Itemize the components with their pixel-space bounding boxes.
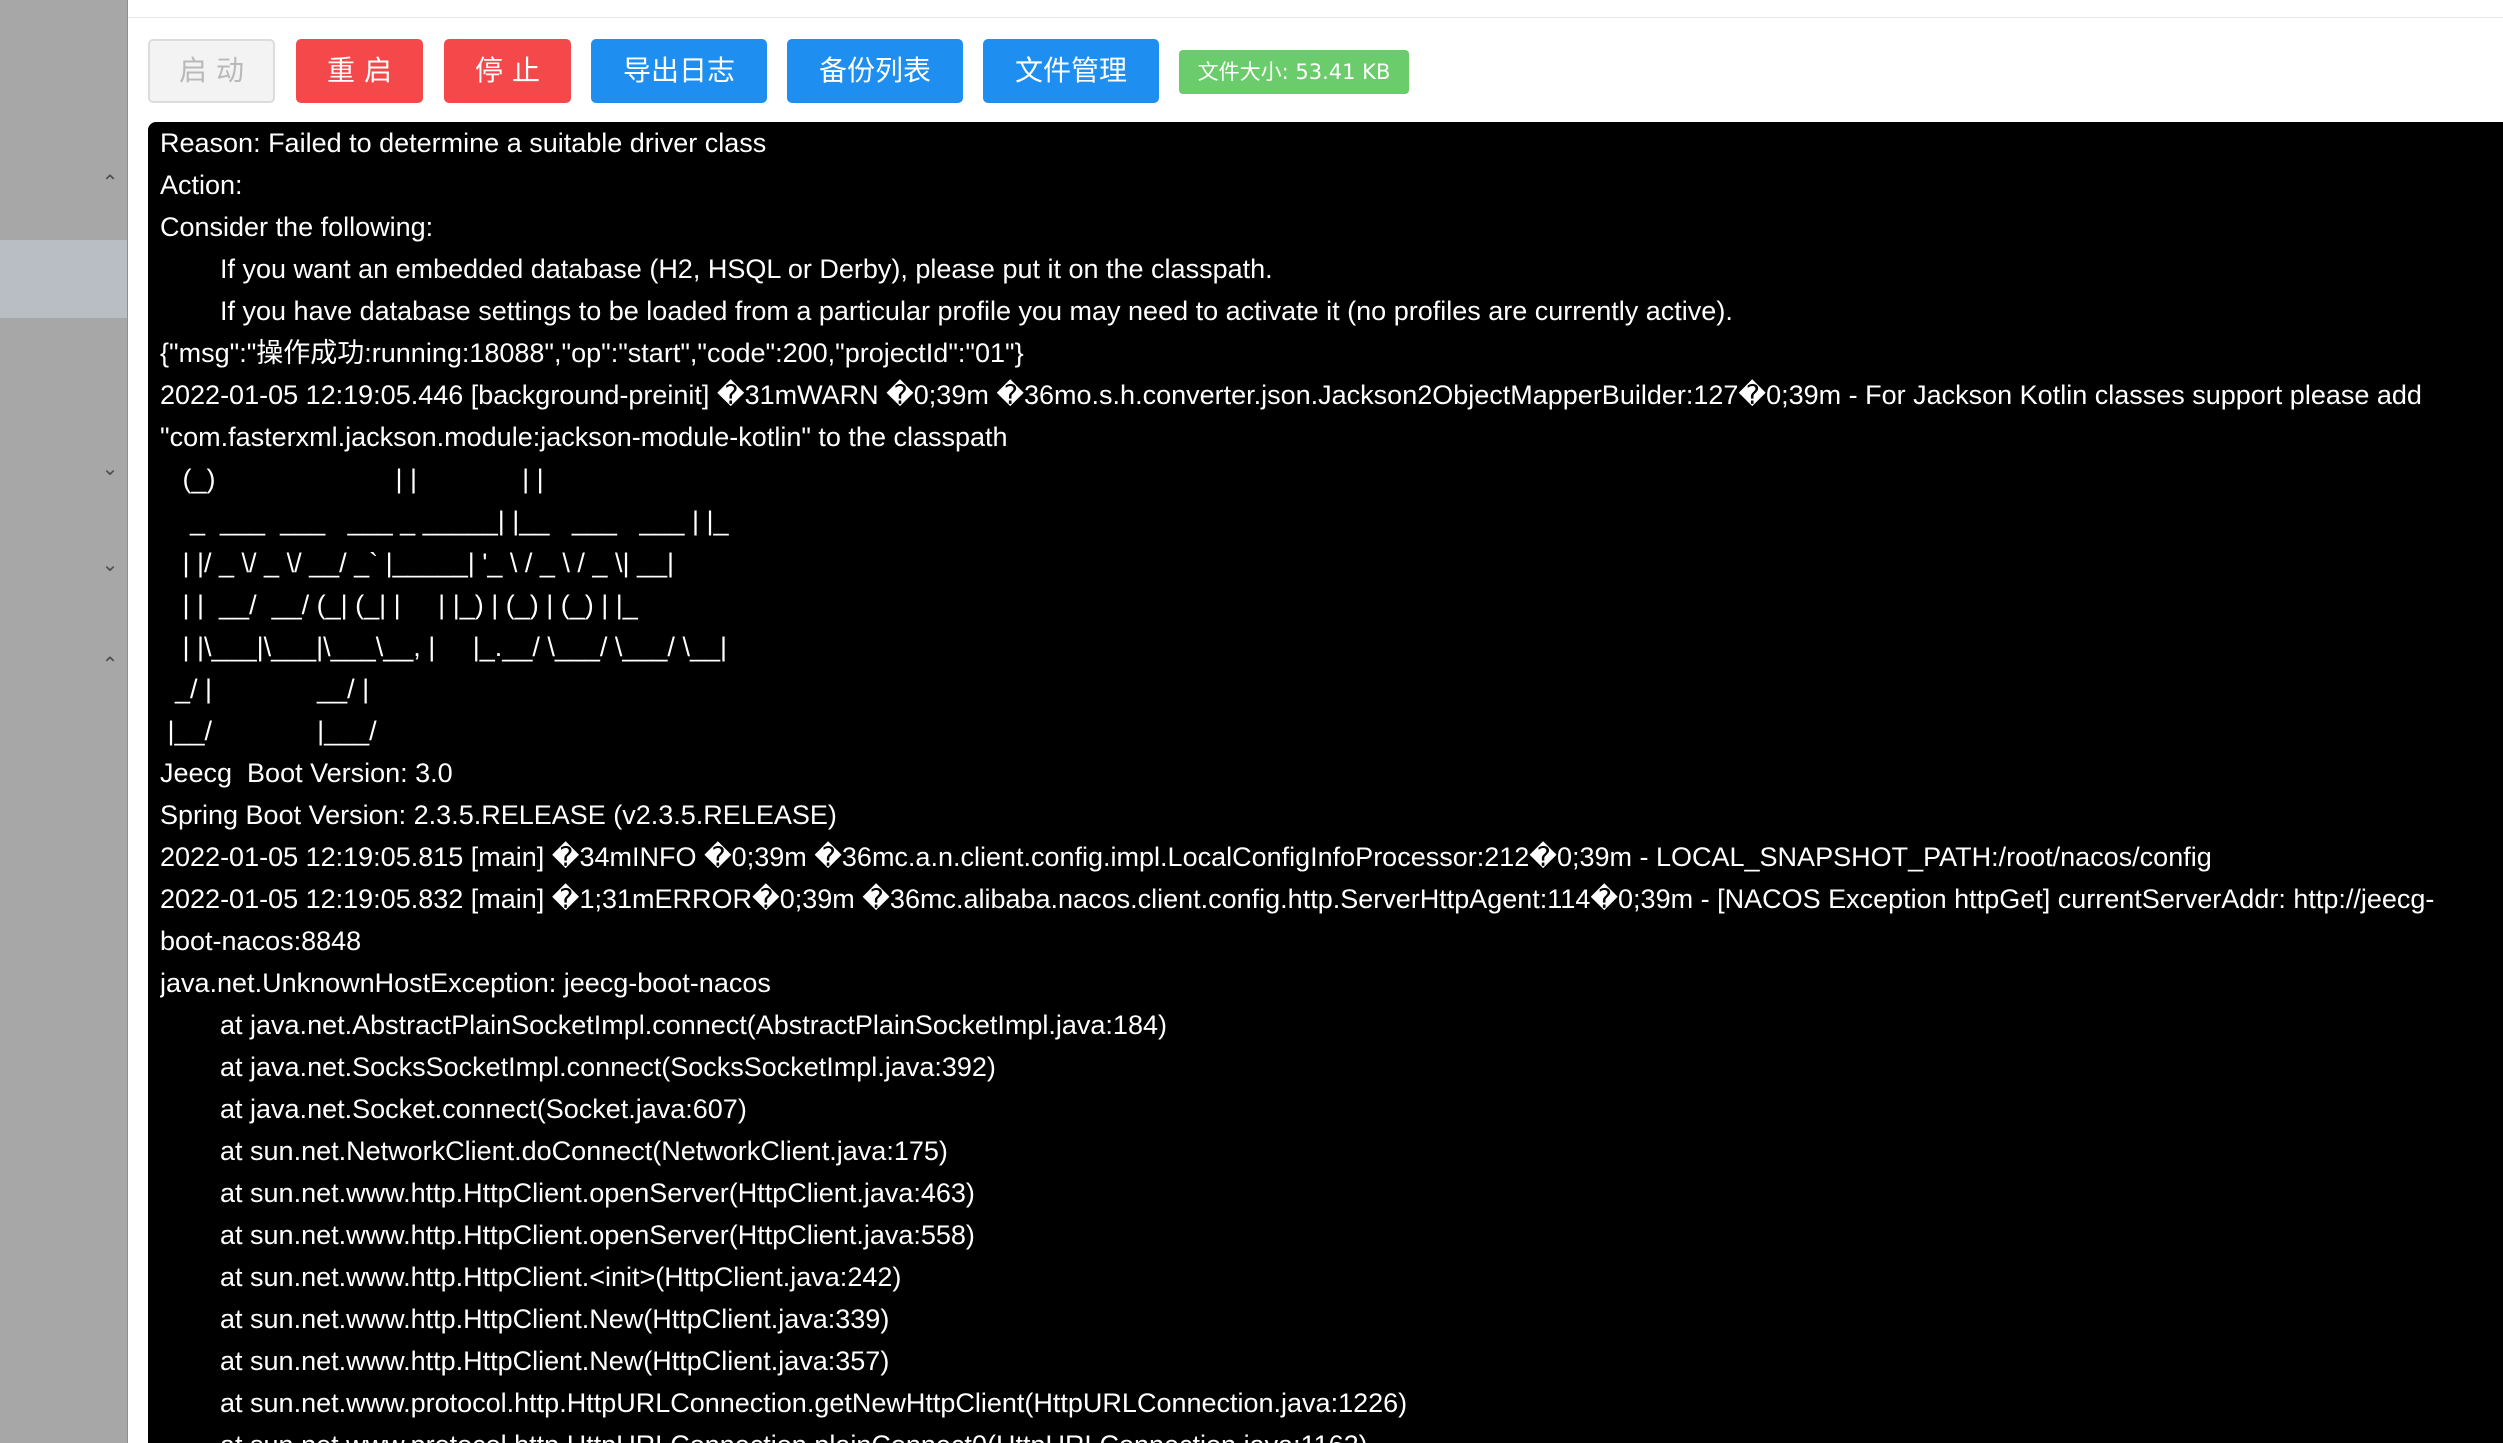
log-line: If you have database settings to be load… [160, 296, 1733, 326]
chevron-up-icon[interactable]: ⌃ [100, 654, 120, 674]
chevron-up-icon[interactable]: ⌃ [100, 172, 120, 192]
log-line: at sun.net.www.http.HttpClient.openServe… [160, 1178, 975, 1208]
log-line: 2022-01-05 12:19:05.815 [main] �34mINFO … [160, 842, 2212, 872]
log-line: _ ___ ___ ___ _ _____| |__ ___ ___ | |_ [160, 506, 729, 536]
log-line: at sun.net.www.http.HttpClient.<init>(Ht… [160, 1262, 902, 1292]
log-line: "com.fasterxml.jackson.module:jackson-mo… [160, 422, 1008, 452]
log-line: 2022-01-05 12:19:05.832 [main] �1;31mERR… [160, 884, 2435, 914]
log-line: | | __/ __/ (_| (_| | | |_) | (_) | (_) … [160, 590, 638, 620]
export-log-button[interactable]: 导出日志 [591, 39, 767, 103]
log-output: Reason: Failed to determine a suitable d… [160, 122, 2503, 1443]
log-line: boot-nacos:8848 [160, 926, 362, 956]
log-line: at java.net.AbstractPlainSocketImpl.conn… [160, 1010, 1167, 1040]
log-line: at sun.net.www.protocol.http.HttpURLConn… [160, 1388, 1408, 1418]
log-line: (_) | | | | [160, 464, 544, 494]
log-line: {"msg":"操作成功:running:18088","op":"start"… [160, 338, 1024, 368]
log-line: at sun.net.www.http.HttpClient.New(HttpC… [160, 1304, 890, 1334]
sidebar-active-item[interactable] [0, 240, 127, 318]
log-line: |__/ |___/ [160, 716, 377, 746]
log-line: at java.net.Socket.connect(Socket.java:6… [160, 1094, 747, 1124]
file-manager-button[interactable]: 文件管理 [983, 39, 1159, 103]
backup-list-button[interactable]: 备份列表 [787, 39, 963, 103]
stop-button[interactable]: 停 止 [444, 39, 571, 103]
log-line: | |\___|\___|\___\__, | |_.__/ \___/ \__… [160, 632, 728, 662]
log-line: If you want an embedded database (H2, HS… [160, 254, 1273, 284]
log-line: Consider the following: [160, 212, 434, 242]
restart-button[interactable]: 重 启 [296, 39, 423, 103]
sidebar: ⌃ ⌄ ⌄ ⌃ [0, 0, 128, 1443]
log-line: at sun.net.www.protocol.http.HttpURLConn… [160, 1424, 2503, 1443]
chevron-down-icon[interactable]: ⌄ [100, 458, 120, 478]
log-line: Reason: Failed to determine a suitable d… [160, 128, 767, 158]
log-line: Jeecg Boot Version: 3.0 [160, 758, 453, 788]
header-divider [128, 17, 2503, 18]
log-line: at sun.net.NetworkClient.doConnect(Netwo… [160, 1136, 948, 1166]
log-line: Spring Boot Version: 2.3.5.RELEASE (v2.3… [160, 800, 837, 830]
log-line: 2022-01-05 12:19:05.446 [background-prei… [160, 380, 2422, 410]
chevron-down-icon[interactable]: ⌄ [100, 554, 120, 574]
start-button[interactable]: 启 动 [148, 39, 275, 103]
log-line: at sun.net.www.http.HttpClient.openServe… [160, 1220, 975, 1250]
log-line: at sun.net.www.http.HttpClient.New(HttpC… [160, 1346, 890, 1376]
log-line: at java.net.SocksSocketImpl.connect(Sock… [160, 1052, 996, 1082]
log-line: java.net.UnknownHostException: jeecg-boo… [160, 968, 771, 998]
log-line: _/ | __/ | [160, 674, 370, 704]
log-console[interactable]: Reason: Failed to determine a suitable d… [148, 122, 2503, 1443]
log-line: Action: [160, 170, 243, 200]
file-size-badge: 文件大小: 53.41 KB [1179, 50, 1409, 94]
log-line: | |/ _ \/ _ \/ __/ _` |_____| '_ \ / _ \… [160, 548, 675, 578]
